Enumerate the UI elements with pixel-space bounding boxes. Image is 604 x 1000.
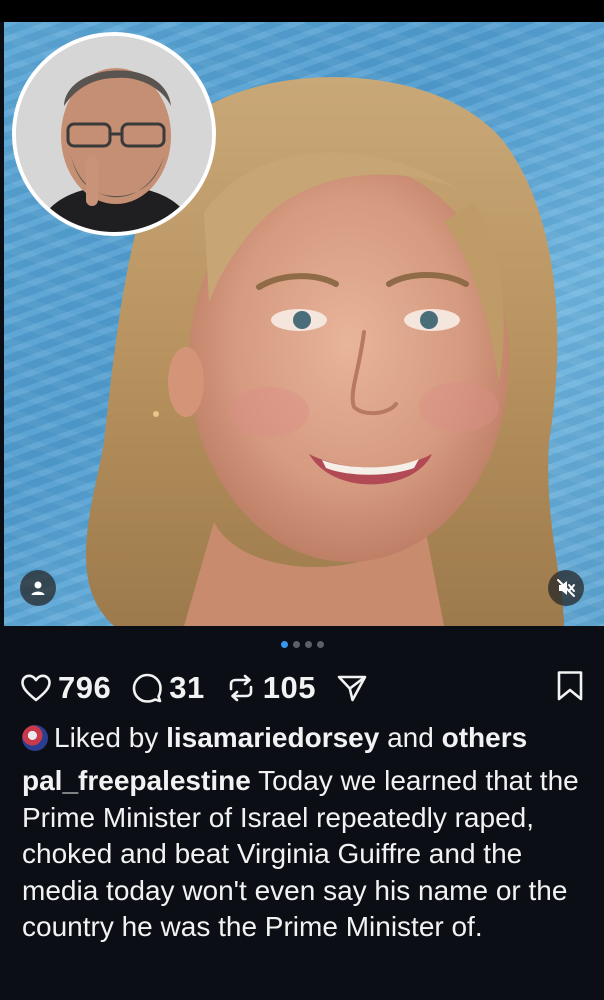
user-tag-icon — [31, 581, 45, 595]
muted-speaker-icon — [557, 579, 575, 597]
carousel-dot — [304, 641, 312, 648]
liker-avatar[interactable] — [22, 725, 48, 751]
liker-username-link[interactable]: lisamariedorsey — [166, 722, 379, 754]
post-action-bar: 796 31 105 — [20, 668, 584, 708]
heart-icon — [21, 674, 51, 702]
status-bar — [0, 0, 604, 22]
share-button[interactable] — [336, 672, 368, 704]
post-caption: pal_freepalestine Today we learned that … — [22, 763, 587, 946]
comment-icon — [132, 673, 163, 703]
mute-toggle-button[interactable] — [548, 570, 584, 606]
liked-by-line: Liked by lisamariedorsey and others — [22, 722, 592, 754]
inset-man-photo — [12, 32, 216, 236]
carousel-dot — [292, 641, 300, 648]
user-tag-button[interactable] — [20, 570, 56, 606]
save-button[interactable] — [556, 670, 584, 707]
liked-by-connector: and — [387, 722, 434, 753]
share-icon — [337, 675, 367, 702]
bookmark-icon — [557, 671, 583, 701]
like-button[interactable]: 796 — [20, 670, 111, 706]
carousel-dot-active — [280, 641, 288, 648]
carousel-indicator — [0, 641, 604, 648]
man-portrait-photo — [16, 36, 212, 232]
caption-username-link[interactable]: pal_freepalestine — [22, 765, 251, 796]
comment-count: 31 — [169, 670, 205, 705]
likes-others-link[interactable]: others — [442, 722, 528, 754]
repost-button[interactable]: 105 — [225, 670, 316, 706]
comment-button[interactable]: 31 — [131, 670, 204, 706]
liked-by-prefix: Liked by — [54, 722, 159, 753]
post-media[interactable] — [4, 22, 604, 626]
carousel-dot — [316, 641, 324, 648]
repost-count: 105 — [262, 670, 316, 705]
like-count: 796 — [58, 670, 112, 705]
repost-icon — [229, 674, 253, 702]
